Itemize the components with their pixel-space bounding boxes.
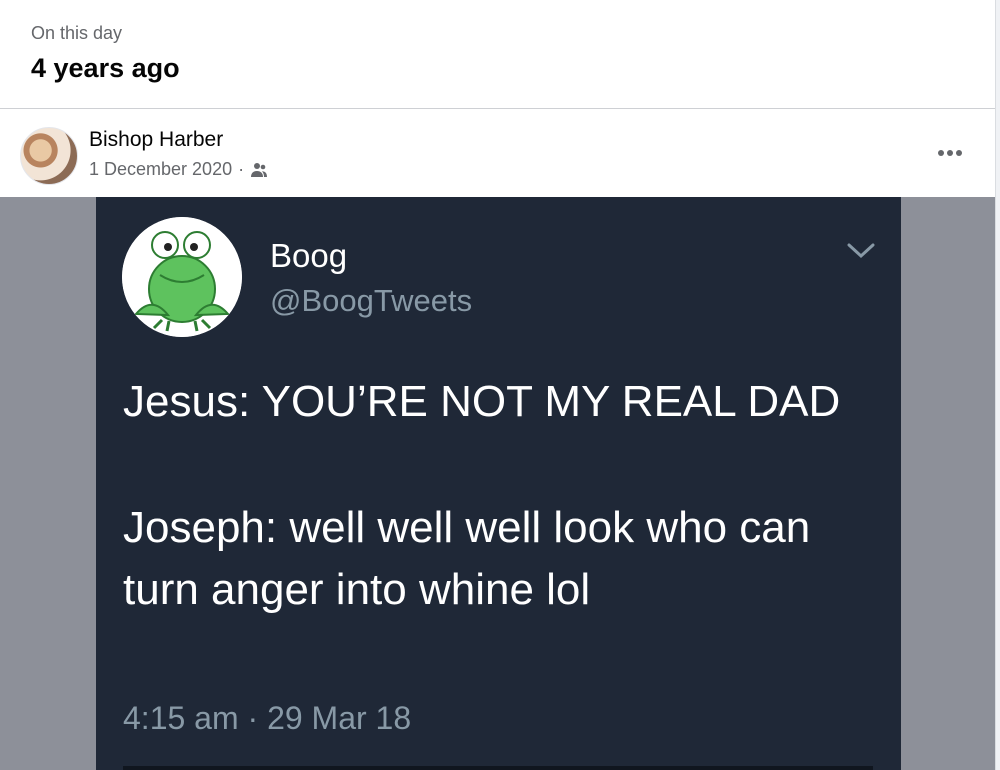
chevron-down-icon [847, 243, 875, 259]
friends-icon[interactable] [250, 162, 268, 178]
tweet-line: Jesus: YOU’RE NOT MY REAL DAD [123, 377, 841, 426]
meta-separator: · [238, 159, 245, 179]
tweet-text: Jesus: YOU’RE NOT MY REAL DAD Joseph: we… [123, 371, 863, 621]
post-image[interactable]: Boog @BoogTweets Jesus: YOU’RE NOT MY RE… [0, 197, 995, 770]
tweet-author-name: Boog [270, 237, 348, 274]
post-meta: 1 December 2020 · [89, 159, 268, 180]
tweet-author-handle: @BoogTweets [270, 283, 473, 318]
memory-title: 4 years ago [31, 53, 180, 83]
frog-avatar-icon [122, 217, 242, 337]
avatar[interactable] [20, 127, 78, 185]
memory-kicker: On this day [31, 23, 123, 43]
more-options-button[interactable] [930, 139, 970, 167]
post-author[interactable]: Bishop Harber [89, 128, 223, 152]
memory-card: On this day 4 years ago Bishop Harber 1 … [0, 0, 996, 770]
memory-header: On this day 4 years ago [0, 0, 995, 109]
tweet-timestamp: 4:15 am · 29 Mar 18 [123, 700, 412, 736]
tweet-screenshot: Boog @BoogTweets Jesus: YOU’RE NOT MY RE… [96, 197, 901, 770]
tweet-divider [123, 766, 873, 770]
post-date[interactable]: 1 December 2020 [89, 159, 232, 180]
post-header: Bishop Harber 1 December 2020 · [0, 109, 995, 197]
more-options-icon [938, 150, 962, 156]
tweet-line: Joseph: well well well look who can turn… [123, 503, 811, 614]
